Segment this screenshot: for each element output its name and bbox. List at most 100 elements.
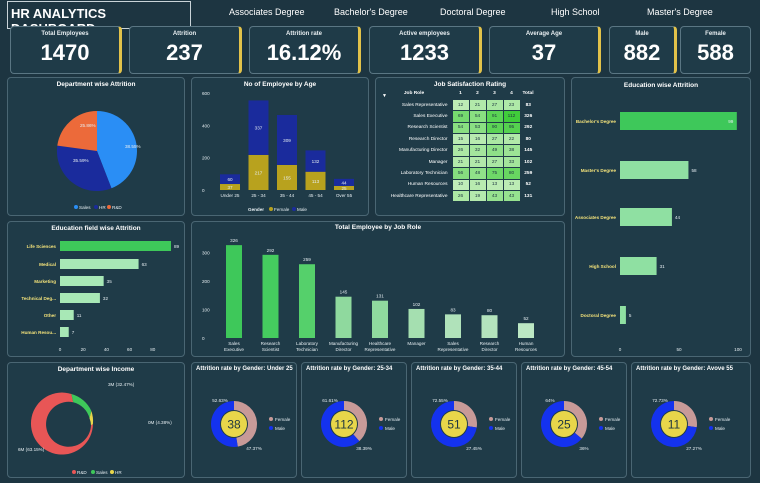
donut-label-female: 27.27% bbox=[686, 446, 702, 451]
bar bbox=[335, 296, 352, 338]
matrix-cell: 49 bbox=[485, 144, 504, 157]
data-label: 31 bbox=[660, 264, 666, 269]
y-tick-label: 200 bbox=[202, 279, 210, 284]
donut-label-female: 38.39% bbox=[356, 446, 372, 451]
tab-associates[interactable]: Associates Degree bbox=[229, 7, 305, 17]
matrix-row-label: Sales Representative bbox=[401, 102, 448, 108]
matrix-cell: 16 bbox=[468, 178, 487, 192]
legend-label-sales: Sales bbox=[96, 470, 108, 475]
panel-job-role: Total Employee by Job Role 0 100 200 300 326… bbox=[191, 221, 565, 357]
data-label: 5 bbox=[629, 313, 632, 318]
donut-label-female: 36% bbox=[579, 446, 588, 451]
donut-center-value: 112 bbox=[334, 418, 353, 432]
y-tick-label: Human Resou... bbox=[21, 330, 56, 335]
y-tick-label: Master's Degree bbox=[581, 168, 617, 173]
tab-bachelors[interactable]: Bachelor's Degree bbox=[334, 7, 408, 17]
data-label-female: 113 bbox=[312, 179, 320, 184]
data-label: 44 bbox=[675, 215, 681, 220]
matrix-header-total: Total bbox=[522, 91, 534, 97]
matrix-row-total: 131 bbox=[524, 193, 533, 199]
x-tick-label: Laboratory Technician bbox=[296, 341, 319, 352]
matrix-cell: 26 bbox=[451, 189, 470, 203]
matrix-row: Sales Executive 69 54 91 112 326 bbox=[380, 110, 536, 123]
kpi-value: 37 bbox=[531, 40, 557, 65]
donut-label-male: 72.73% bbox=[652, 398, 668, 403]
data-label: 292 bbox=[267, 248, 275, 253]
donut-center-value: 11 bbox=[668, 418, 681, 432]
data-label: 32 bbox=[103, 296, 109, 301]
bar bbox=[372, 300, 388, 338]
matrix-cell: 53 bbox=[468, 121, 487, 135]
x-tick-label: Healthcare Representative bbox=[365, 341, 396, 352]
age-legend-female-swatch bbox=[269, 207, 273, 211]
x-tick-label: 35 - 44 bbox=[280, 193, 295, 198]
bar bbox=[299, 264, 315, 338]
matrix-cell: 22 bbox=[502, 133, 521, 146]
bar bbox=[620, 112, 737, 130]
panel-job-satisfaction: Job Satisfaction Rating ▼ Job Role 1 2 3 4 To… bbox=[375, 77, 565, 216]
donut-center-value: 38 bbox=[227, 418, 241, 432]
legend-label-female: Female bbox=[385, 417, 401, 422]
matrix-cell: 69 bbox=[451, 110, 470, 123]
data-label: 7 bbox=[72, 330, 75, 335]
donut-label-hr: 0M (4.38%) bbox=[148, 420, 172, 425]
matrix-row-total: 326 bbox=[524, 113, 533, 119]
matrix-row-label: Human Resources bbox=[407, 182, 448, 188]
kpi-label: Female bbox=[705, 31, 726, 37]
matrix-cell: 54 bbox=[468, 110, 487, 123]
donut-center-value: 25 bbox=[557, 418, 571, 432]
kpi-label: Active employees bbox=[399, 31, 450, 37]
data-label: 63 bbox=[142, 262, 148, 267]
matrix-row: Research Scientist 54 53 90 95 292 bbox=[380, 121, 536, 135]
x-tick-label: Over 55 bbox=[336, 193, 353, 198]
x-tick-label: Research Scientist bbox=[261, 341, 281, 352]
matrix-row-label: Laboratory Technician bbox=[400, 170, 448, 176]
kpi-attrition: Attrition 237 bbox=[129, 26, 242, 74]
bar bbox=[60, 241, 171, 251]
age-legend-female: Female bbox=[274, 207, 290, 212]
y-tick-label: Medical bbox=[39, 262, 56, 267]
data-label: 52 bbox=[523, 316, 529, 321]
kpi-value: 882 bbox=[623, 40, 661, 65]
dept-income-donut: 3M (32.47%) 0M (4.38%) 6M (63.15%) R&D S… bbox=[18, 382, 172, 475]
matrix-row-label: Manager bbox=[428, 159, 448, 165]
x-tick-label: 25 - 34 bbox=[251, 193, 266, 198]
panel-department-income: Department wise Income 3M (32.47%) 0M (4… bbox=[7, 362, 185, 478]
age-legend-male-swatch bbox=[292, 207, 296, 211]
tab-doctoral[interactable]: Doctoral Degree bbox=[440, 7, 506, 17]
matrix-row-total: 80 bbox=[525, 136, 531, 142]
data-label: 102 bbox=[413, 302, 421, 307]
x-tick-label: 40 bbox=[104, 347, 110, 352]
kpi-label: Attrition bbox=[172, 31, 197, 37]
panel-department-attrition: Department wise Attrition 38.55% 35.59% … bbox=[7, 77, 185, 216]
data-label-male: 60 bbox=[227, 177, 233, 182]
matrix-header-rating: 4 bbox=[510, 90, 513, 96]
matrix-cell: 91 bbox=[485, 110, 504, 123]
tab-masters[interactable]: Master's Degree bbox=[647, 7, 713, 17]
x-tick-label: Manager bbox=[407, 341, 426, 346]
panel-title: Job Satisfaction Rating bbox=[433, 81, 507, 88]
legend-label-hr: HR bbox=[115, 470, 122, 475]
legend-swatch-hr bbox=[110, 470, 114, 474]
gender-donut-45-54: 25 64% 36% Female Male bbox=[541, 398, 621, 451]
donut-label-male: 52.63% bbox=[212, 398, 228, 403]
matrix-row: Manufacturing Director 26 32 49 38 145 bbox=[380, 144, 536, 157]
kpi-label: Average Age bbox=[525, 31, 563, 37]
y-tick-label: High School bbox=[589, 264, 616, 269]
kpi-value: 588 bbox=[697, 40, 734, 65]
legend-swatch-male bbox=[489, 426, 493, 430]
matrix-cell: 27 bbox=[485, 133, 504, 146]
data-label-female: 217 bbox=[255, 170, 263, 175]
tab-high-school[interactable]: High School bbox=[551, 7, 600, 17]
matrix-cell: 21 bbox=[451, 155, 470, 169]
matrix-row-label: Sales Executive bbox=[413, 113, 448, 119]
y-tick-label: 0 bbox=[202, 336, 205, 341]
donut-label-female: 47.37% bbox=[246, 446, 262, 451]
matrix-row-total: 102 bbox=[524, 159, 533, 165]
donut-label-male: 64% bbox=[545, 398, 554, 403]
matrix-header-role: Job Role bbox=[403, 91, 425, 97]
kpi-label: Male bbox=[635, 31, 649, 37]
matrix-cell: 27 bbox=[485, 98, 504, 112]
legend-swatch-rd bbox=[72, 470, 76, 474]
x-tick-label: 80 bbox=[150, 347, 156, 352]
